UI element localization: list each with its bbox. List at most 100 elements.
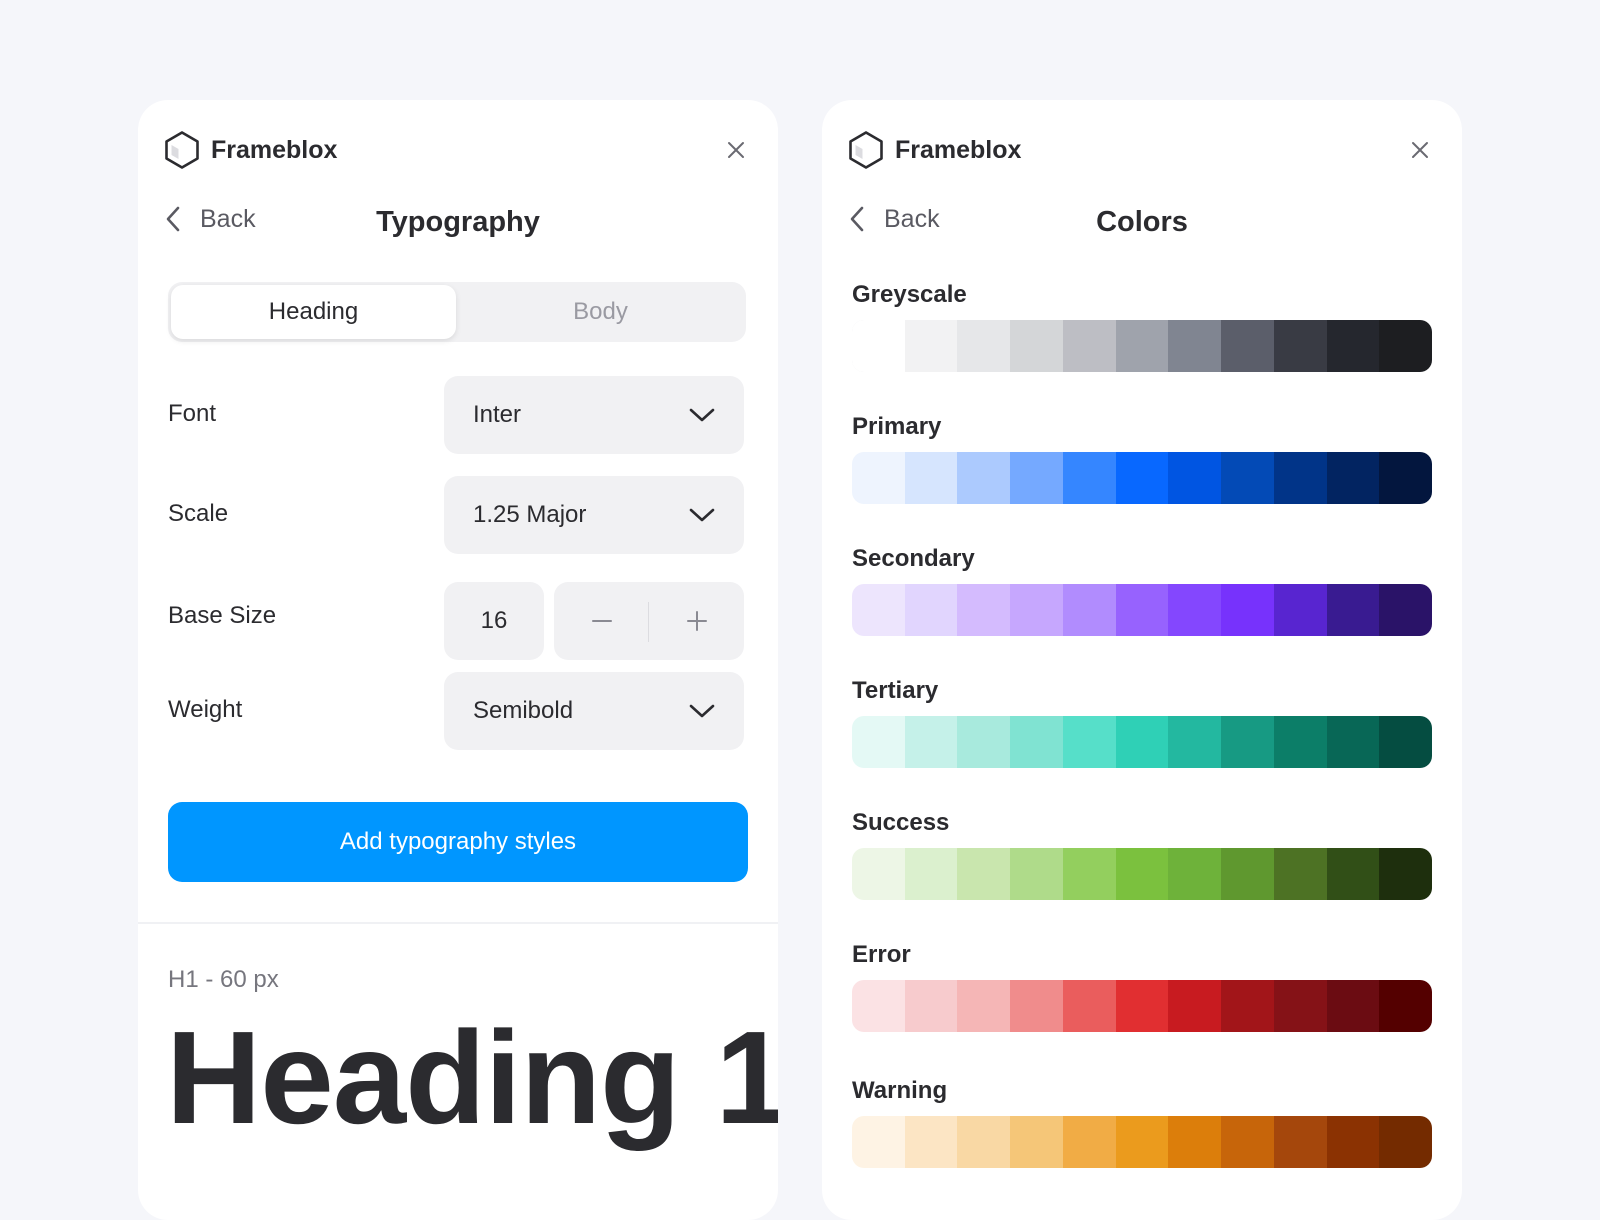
color-swatch-primary-5[interactable] (1062, 452, 1116, 504)
color-swatch-tertiary-11[interactable] (1379, 716, 1432, 768)
color-swatch-warning-4[interactable] (1010, 1116, 1063, 1168)
color-swatch-tertiary-2[interactable] (904, 716, 958, 768)
color-swatch-success-2[interactable] (904, 848, 958, 900)
color-swatch-greyscale-11[interactable] (1379, 320, 1432, 372)
increment-button[interactable] (649, 582, 744, 660)
color-swatch-primary-3[interactable] (957, 452, 1011, 504)
color-swatch-primary-2[interactable] (904, 452, 958, 504)
typography-panel: Frameblox Back Typography Heading Body F… (138, 100, 778, 1220)
close-button[interactable] (1408, 138, 1432, 162)
color-swatch-success-3[interactable] (957, 848, 1011, 900)
swatch-strip (852, 452, 1432, 504)
color-swatch-warning-7[interactable] (1168, 1116, 1222, 1168)
color-swatch-primary-11[interactable] (1379, 452, 1432, 504)
scale-select[interactable]: 1.25 Major (444, 476, 744, 554)
close-button[interactable] (724, 138, 748, 162)
color-swatch-secondary-6[interactable] (1115, 584, 1169, 636)
color-swatch-error-1[interactable] (852, 980, 905, 1032)
color-swatch-secondary-11[interactable] (1379, 584, 1432, 636)
color-swatch-warning-1[interactable] (852, 1116, 905, 1168)
brand-name: Frameblox (211, 135, 338, 164)
color-swatch-success-11[interactable] (1379, 848, 1432, 900)
color-swatch-success-8[interactable] (1221, 848, 1274, 900)
color-swatch-error-9[interactable] (1273, 980, 1327, 1032)
color-swatch-primary-1[interactable] (852, 452, 905, 504)
color-swatch-warning-10[interactable] (1326, 1116, 1380, 1168)
color-swatch-secondary-1[interactable] (852, 584, 905, 636)
color-swatch-success-10[interactable] (1326, 848, 1380, 900)
color-swatch-tertiary-10[interactable] (1326, 716, 1380, 768)
color-swatch-success-6[interactable] (1115, 848, 1169, 900)
color-swatch-greyscale-4[interactable] (1010, 320, 1063, 372)
color-swatch-tertiary-8[interactable] (1221, 716, 1274, 768)
color-swatch-warning-2[interactable] (904, 1116, 958, 1168)
color-swatch-tertiary-7[interactable] (1168, 716, 1222, 768)
color-swatch-warning-11[interactable] (1379, 1116, 1432, 1168)
color-swatch-warning-3[interactable] (957, 1116, 1011, 1168)
color-swatch-tertiary-9[interactable] (1273, 716, 1327, 768)
chevron-down-icon (689, 508, 715, 522)
color-swatch-primary-10[interactable] (1326, 452, 1380, 504)
color-swatch-greyscale-1[interactable] (852, 320, 905, 372)
color-swatch-greyscale-8[interactable] (1221, 320, 1274, 372)
color-swatch-tertiary-4[interactable] (1010, 716, 1063, 768)
color-swatch-error-7[interactable] (1168, 980, 1222, 1032)
weight-select[interactable]: Semibold (444, 672, 744, 750)
color-swatch-secondary-2[interactable] (904, 584, 958, 636)
color-swatch-error-2[interactable] (904, 980, 958, 1032)
palette-primary: Primary (852, 414, 1432, 504)
color-swatch-secondary-9[interactable] (1273, 584, 1327, 636)
color-swatch-error-3[interactable] (957, 980, 1011, 1032)
font-select[interactable]: Inter (444, 376, 744, 454)
color-swatch-success-7[interactable] (1168, 848, 1222, 900)
color-swatch-success-1[interactable] (852, 848, 905, 900)
add-typography-styles-button[interactable]: Add typography styles (168, 802, 748, 882)
color-swatch-primary-7[interactable] (1168, 452, 1222, 504)
palette-label: Greyscale (852, 281, 967, 308)
color-swatch-error-5[interactable] (1062, 980, 1116, 1032)
color-swatch-greyscale-2[interactable] (904, 320, 958, 372)
swatch-strip (852, 584, 1432, 636)
color-swatch-secondary-8[interactable] (1221, 584, 1274, 636)
color-swatch-greyscale-3[interactable] (957, 320, 1011, 372)
tab-body[interactable]: Body (458, 285, 743, 339)
color-swatch-secondary-7[interactable] (1168, 584, 1222, 636)
color-swatch-error-8[interactable] (1221, 980, 1274, 1032)
brand: Frameblox (162, 130, 337, 170)
decrement-button[interactable] (554, 582, 649, 660)
tab-heading[interactable]: Heading (171, 285, 456, 339)
color-swatch-tertiary-1[interactable] (852, 716, 905, 768)
color-swatch-tertiary-5[interactable] (1062, 716, 1116, 768)
color-swatch-error-6[interactable] (1115, 980, 1169, 1032)
color-swatch-success-5[interactable] (1062, 848, 1116, 900)
color-swatch-greyscale-6[interactable] (1115, 320, 1169, 372)
color-swatch-tertiary-3[interactable] (957, 716, 1011, 768)
color-swatch-warning-9[interactable] (1273, 1116, 1327, 1168)
color-swatch-error-10[interactable] (1326, 980, 1380, 1032)
color-swatch-success-9[interactable] (1273, 848, 1327, 900)
color-swatch-secondary-3[interactable] (957, 584, 1011, 636)
color-swatch-error-4[interactable] (1010, 980, 1063, 1032)
color-swatch-warning-8[interactable] (1221, 1116, 1274, 1168)
color-swatch-primary-4[interactable] (1010, 452, 1063, 504)
brand: Frameblox (846, 130, 1021, 170)
color-swatch-greyscale-7[interactable] (1168, 320, 1222, 372)
font-value: Inter (473, 401, 522, 428)
base-size-input[interactable]: 16 (444, 582, 544, 660)
color-swatch-tertiary-6[interactable] (1115, 716, 1169, 768)
color-swatch-error-11[interactable] (1379, 980, 1432, 1032)
color-swatch-greyscale-10[interactable] (1326, 320, 1380, 372)
h1-spec-label: H1 - 60 px (168, 966, 279, 993)
color-swatch-greyscale-5[interactable] (1062, 320, 1116, 372)
color-swatch-success-4[interactable] (1010, 848, 1063, 900)
color-swatch-warning-5[interactable] (1062, 1116, 1116, 1168)
plus-icon (686, 611, 707, 631)
color-swatch-warning-6[interactable] (1115, 1116, 1169, 1168)
color-swatch-primary-6[interactable] (1115, 452, 1169, 504)
color-swatch-greyscale-9[interactable] (1273, 320, 1327, 372)
color-swatch-secondary-4[interactable] (1010, 584, 1063, 636)
color-swatch-primary-9[interactable] (1273, 452, 1327, 504)
color-swatch-primary-8[interactable] (1221, 452, 1274, 504)
color-swatch-secondary-5[interactable] (1062, 584, 1116, 636)
color-swatch-secondary-10[interactable] (1326, 584, 1380, 636)
